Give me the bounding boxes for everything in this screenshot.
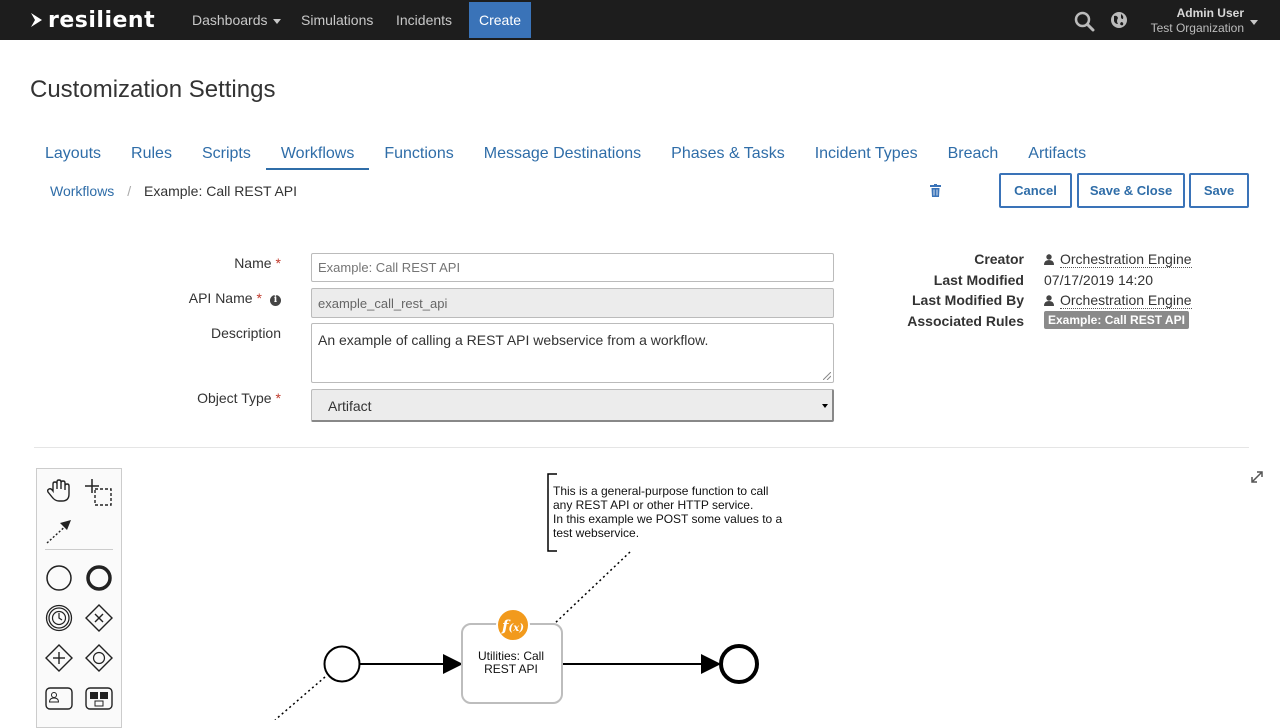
user-name[interactable]: Admin User [1177,6,1244,20]
nav-dashboards-label: Dashboards [192,12,268,28]
page-title: Customization Settings [30,76,276,103]
palette-separator [45,549,113,550]
info-icon[interactable]: i [270,295,281,306]
modified-by-link[interactable]: Orchestration Engine [1060,292,1192,309]
tab-incident-types[interactable]: Incident Types [800,140,933,170]
associated-rules-label: Associated Rules [907,313,1024,329]
event-gateway-tool-icon[interactable] [85,644,113,672]
creator-value[interactable]: Orchestration Engine [1044,251,1192,268]
save-close-button[interactable]: Save & Close [1077,173,1185,208]
breadcrumb-workflows-link[interactable]: Workflows [50,183,114,199]
name-label: Name * [120,255,281,271]
tab-workflows[interactable]: Workflows [265,140,370,170]
associated-rule-tag[interactable]: Example: Call REST API [1044,311,1189,329]
required-marker: * [275,255,281,271]
person-icon [1044,295,1054,306]
logo-mark-icon [31,13,42,27]
tab-breach[interactable]: Breach [933,140,1014,170]
annotation-line: In this example we POST some values to a [553,512,783,526]
tab-phases-tasks[interactable]: Phases & Tasks [656,140,800,170]
description-text: An example of calling a REST API webserv… [318,332,709,348]
globe-icon[interactable] [1110,11,1128,29]
annotation-line: test webservice. [553,526,640,540]
exclusive-gateway-tool-icon[interactable] [85,604,113,632]
timer-event-tool-icon[interactable] [45,604,73,632]
api-name-input[interactable] [311,288,834,318]
description-label: Description [210,325,281,341]
api-name-label: API Name * i [120,290,281,306]
tab-functions[interactable]: Functions [369,140,468,170]
last-modified-by-label: Last Modified By [911,292,1024,308]
resilient-logo[interactable]: resilient [30,7,156,33]
last-modified-label: Last Modified [933,272,1024,288]
start-event[interactable] [323,645,361,683]
name-input[interactable] [311,253,834,282]
object-type-label: Object Type * [120,390,281,406]
tab-artifacts[interactable]: Artifacts [1013,140,1101,170]
annotation-line: any REST API or other HTTP service. [553,498,754,512]
function-task-label: Utilities: Call REST API [477,649,544,676]
annotation-association-line-2[interactable] [274,676,326,720]
fx-sub: (x) [508,623,524,634]
start-event-tool-icon[interactable] [45,564,73,592]
subprocess-tool-icon[interactable] [85,684,113,712]
api-name-label-text: API Name [188,290,253,306]
search-icon[interactable] [1074,11,1095,32]
object-type-label-text: Object Type [197,390,272,406]
required-marker: * [275,390,281,406]
last-modified-by-value[interactable]: Orchestration Engine [1044,292,1192,309]
resize-handle-icon[interactable] [823,372,831,380]
tab-layouts[interactable]: Layouts [30,140,116,170]
name-label-text: Name [234,255,272,271]
last-modified-value: 07/17/2019 14:20 [1044,272,1153,288]
breadcrumb-separator: / [127,183,132,199]
breadcrumb: Workflows / Example: Call REST API [50,183,297,199]
user-menu-chevron-icon[interactable] [1250,20,1258,25]
text-annotation[interactable]: This is a general-purpose function to ca… [553,484,782,540]
chevron-down-icon [272,18,281,24]
nav-simulations[interactable]: Simulations [301,0,373,40]
top-nav-bar: resilient Dashboards Simulations Inciden… [0,0,1280,40]
user-task-tool-icon[interactable] [45,684,73,712]
bpmn-palette [36,468,122,728]
lasso-tool-icon[interactable] [85,479,113,507]
creator-link[interactable]: Orchestration Engine [1060,251,1192,268]
nav-incidents[interactable]: Incidents [396,0,452,40]
breadcrumb-current: Example: Call REST API [143,183,298,199]
parallel-gateway-tool-icon[interactable] [45,644,73,672]
tab-scripts[interactable]: Scripts [187,140,266,170]
connect-tool-icon[interactable] [45,517,73,545]
tab-rules[interactable]: Rules [116,140,187,170]
creator-label: Creator [974,251,1024,267]
object-type-value: Artifact [328,398,372,414]
end-event-tool-icon[interactable] [85,564,113,592]
cancel-button[interactable]: Cancel [999,173,1072,208]
select-arrow-icon [822,404,828,408]
tab-message-destinations[interactable]: Message Destinations [469,140,656,170]
logo-text: resilient [48,7,156,33]
user-organization[interactable]: Test Organization [1151,21,1244,35]
required-marker: * [256,290,262,306]
save-button[interactable]: Save [1189,173,1249,208]
annotation-line: This is a general-purpose function to ca… [553,484,769,498]
expand-icon[interactable] [1250,470,1264,484]
nav-dashboards[interactable]: Dashboards [192,0,281,40]
hand-tool-icon[interactable] [45,477,73,505]
description-textarea[interactable]: An example of calling a REST API webserv… [311,323,834,383]
end-event[interactable] [719,644,759,684]
settings-tabs: Layouts Rules Scripts Workflows Function… [30,140,1101,170]
person-icon [1044,254,1054,265]
trash-icon[interactable] [930,184,941,197]
object-type-select[interactable]: Artifact [311,389,834,422]
nav-create-button[interactable]: Create [469,2,531,38]
function-fx-icon: f(x) [496,608,530,642]
annotation-association-line[interactable] [552,551,631,626]
